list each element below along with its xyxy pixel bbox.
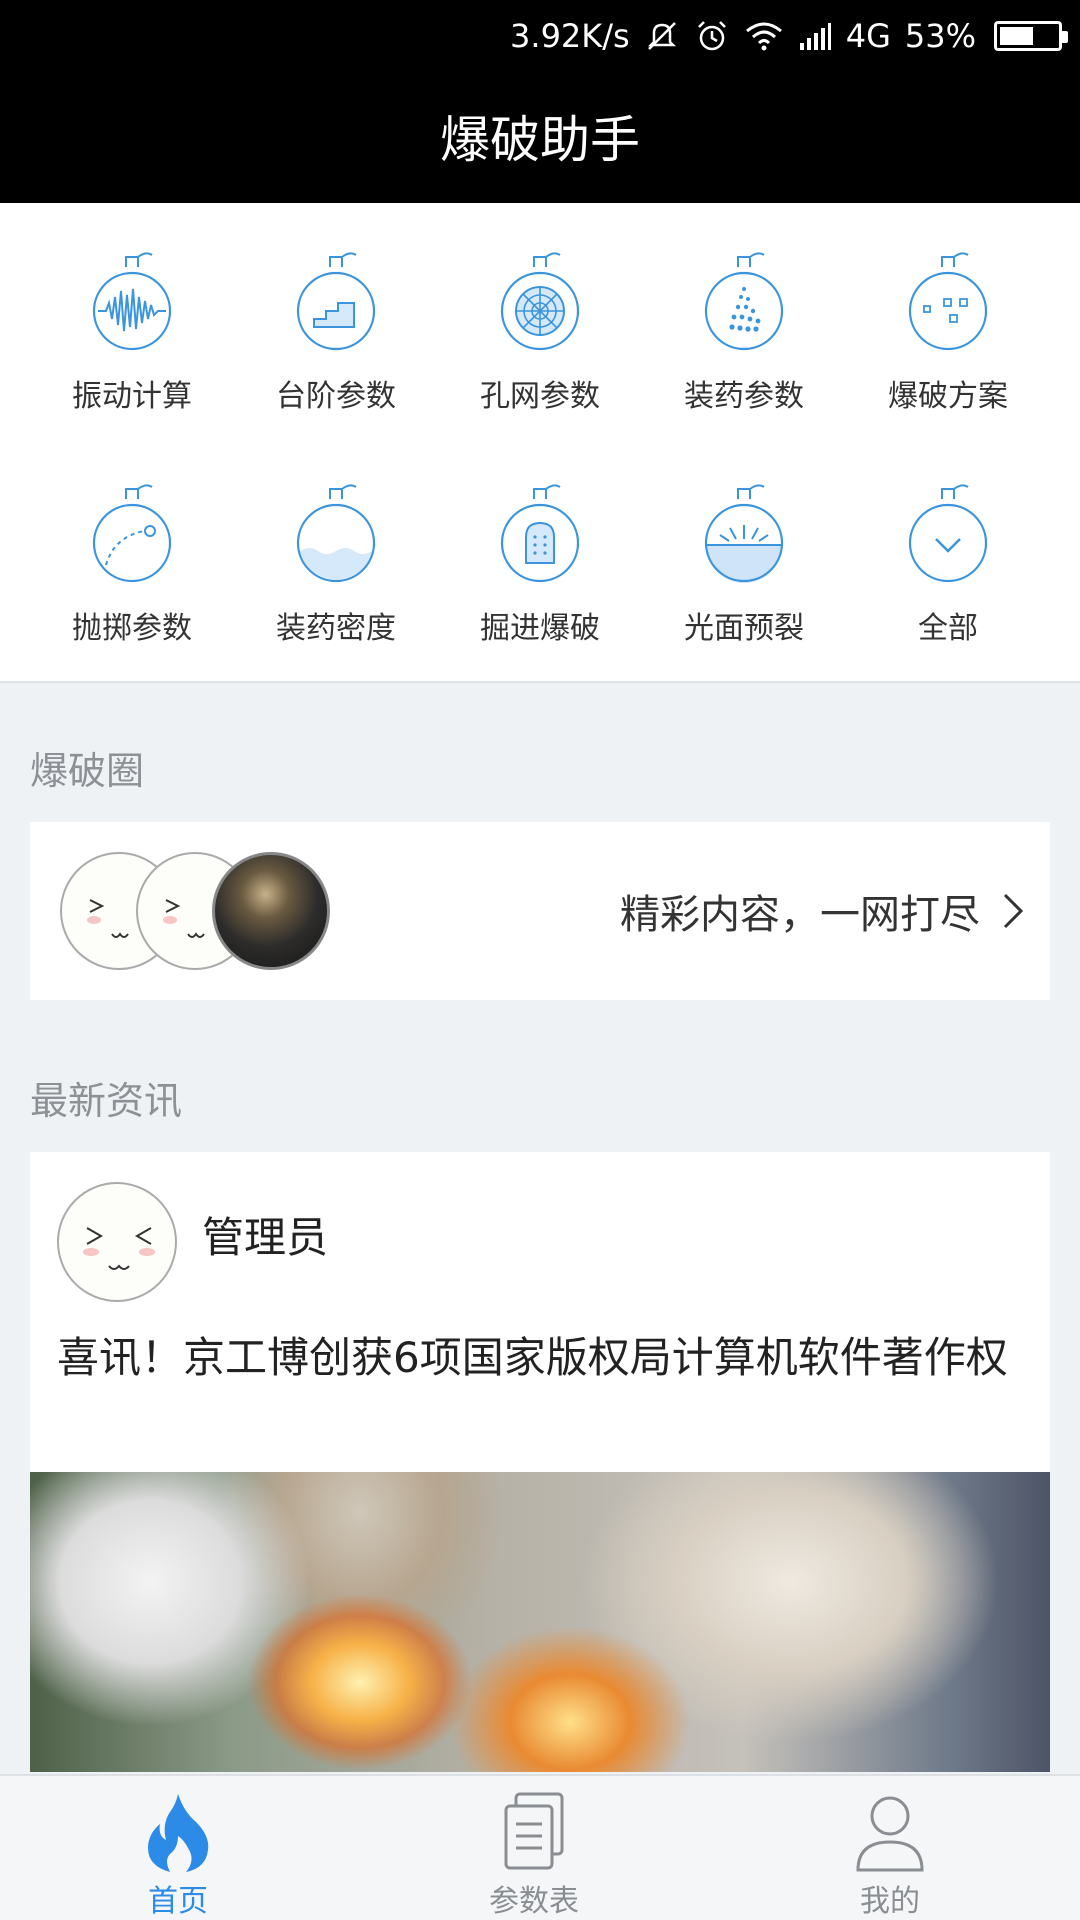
- steps-flask-icon: [296, 252, 376, 351]
- feature-smooth-presplit[interactable]: 光面预裂: [644, 481, 844, 681]
- chevron-down-flask-icon: [908, 484, 988, 583]
- feature-label: 掘进爆破: [480, 611, 600, 646]
- alarm-icon: [694, 18, 730, 54]
- news-section-title: 最新资讯: [30, 1079, 183, 1123]
- bottom-nav: 首页 参数表 我的: [0, 1774, 1080, 1920]
- nav-label: 参数表: [489, 1884, 579, 1919]
- feature-label: 孔网参数: [480, 379, 600, 414]
- battery-icon: [994, 21, 1068, 51]
- nav-label: 首页: [148, 1884, 208, 1919]
- status-bar: 3.92K/s 4G 53%: [510, 14, 1068, 58]
- vibration-flask-icon: [92, 252, 172, 351]
- feature-blast-plan[interactable]: 爆破方案: [848, 249, 1048, 449]
- news-headline[interactable]: 喜讯！京工博创获6项国家版权局计算机软件著作权: [57, 1326, 1017, 1390]
- document-icon: [504, 1792, 564, 1870]
- charge-dots-flask-icon: [704, 252, 784, 351]
- network-type: 4G: [845, 17, 891, 55]
- nav-mine[interactable]: 我的: [770, 1776, 1010, 1920]
- news-card[interactable]: 管理员 喜讯！京工博创获6项国家版权局计算机软件著作权: [30, 1152, 1050, 1772]
- circle-section-title: 爆破圈: [30, 749, 145, 793]
- smiley-face-icon: [83, 1227, 155, 1270]
- feature-label: 光面预裂: [684, 611, 804, 646]
- circle-link-text: 精彩内容，一网打尽: [620, 892, 980, 938]
- feature-label: 振动计算: [72, 379, 192, 414]
- charge-density-flask-icon: [296, 484, 376, 583]
- feature-grid: 振动计算 台阶参数 孔网参数 装药参数 爆破方案 抛掷参数 装药密度 掘进爆破 …: [0, 203, 1080, 683]
- wifi-icon: [744, 18, 784, 54]
- battery-percent: 53%: [904, 17, 976, 55]
- presplit-flask-icon: [704, 484, 784, 583]
- circle-link[interactable]: 精彩内容，一网打尽: [620, 822, 1026, 1000]
- page-title: 爆破助手: [440, 111, 640, 169]
- blast-plan-flask-icon: [908, 252, 988, 351]
- nav-label: 我的: [860, 1884, 920, 1919]
- feature-hole-grid[interactable]: 孔网参数: [440, 249, 640, 449]
- throw-trajectory-flask-icon: [92, 484, 172, 583]
- feature-all[interactable]: 全部: [848, 481, 1048, 681]
- feature-throw-params[interactable]: 抛掷参数: [32, 481, 232, 681]
- feature-label: 爆破方案: [888, 379, 1008, 414]
- feature-label: 装药参数: [684, 379, 804, 414]
- circle-card[interactable]: 精彩内容，一网打尽: [30, 822, 1050, 1000]
- user-icon: [856, 1796, 924, 1872]
- top-bar: 3.92K/s 4G 53% 爆破助手: [0, 0, 1080, 203]
- hole-grid-flask-icon: [500, 252, 580, 351]
- news-image[interactable]: [30, 1472, 1050, 1772]
- author-avatar: [57, 1182, 177, 1302]
- network-speed: 3.92K/s: [510, 17, 630, 55]
- flame-icon: [148, 1794, 209, 1872]
- news-author: 管理员: [202, 1213, 329, 1262]
- feature-label: 全部: [918, 611, 978, 646]
- feature-label: 抛掷参数: [72, 611, 192, 646]
- feature-tunnel-blasting[interactable]: 掘进爆破: [440, 481, 640, 681]
- nav-home[interactable]: 首页: [58, 1776, 298, 1920]
- feature-charge-params[interactable]: 装药参数: [644, 249, 844, 449]
- feature-label: 台阶参数: [276, 379, 396, 414]
- feature-label: 装药密度: [276, 611, 396, 646]
- avatar-photo: [212, 852, 330, 970]
- mute-icon: [644, 18, 680, 54]
- signal-icon: [798, 21, 832, 51]
- tunnel-flask-icon: [500, 484, 580, 583]
- feature-vibration-calc[interactable]: 振动计算: [32, 249, 232, 449]
- feature-bench-params[interactable]: 台阶参数: [236, 249, 436, 449]
- nav-param-table[interactable]: 参数表: [414, 1776, 654, 1920]
- feature-charge-density[interactable]: 装药密度: [236, 481, 436, 681]
- chevron-right-icon: [1003, 893, 1024, 929]
